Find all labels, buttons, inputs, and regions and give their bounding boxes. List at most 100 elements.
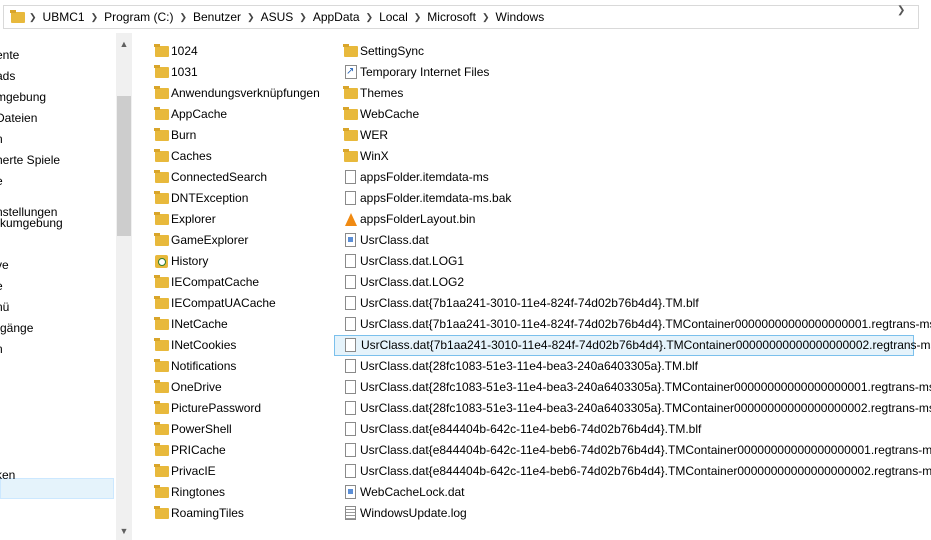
file-item[interactable]: UsrClass.dat{e844404b-642c-11e4-beb6-74d… — [334, 461, 931, 482]
nav-item[interactable]: e — [0, 171, 114, 192]
file-item[interactable]: PowerShell — [145, 419, 325, 440]
breadcrumb-item[interactable]: AppData — [310, 10, 363, 24]
nav-item[interactable]: n — [0, 339, 114, 360]
nav-item[interactable]: Dateien — [0, 108, 114, 129]
file-item[interactable]: WinX — [334, 146, 914, 167]
file-name: Ringtones — [171, 485, 226, 499]
breadcrumb-separator-icon[interactable]: ❯ — [88, 12, 102, 23]
file-item[interactable]: UsrClass.dat{28fc1083-51e3-11e4-bea3-240… — [334, 356, 914, 377]
file-item[interactable]: UsrClass.dat{7b1aa241-3010-11e4-824f-74d… — [334, 293, 914, 314]
file-item[interactable]: UsrClass.dat{28fc1083-51e3-11e4-bea3-240… — [334, 398, 931, 419]
file-item[interactable]: Burn — [145, 125, 325, 146]
file-item[interactable]: PRICache — [145, 440, 325, 461]
file-item[interactable]: WER — [334, 125, 914, 146]
breadcrumb-item[interactable]: Windows — [493, 10, 548, 24]
nav-item[interactable]: herte Spiele — [0, 150, 114, 171]
breadcrumb-separator-icon[interactable]: ❯ — [479, 12, 493, 23]
nav-item-label: herte Spiele — [0, 153, 61, 167]
file-icon — [343, 317, 359, 332]
file-item[interactable]: Notifications — [145, 356, 325, 377]
breadcrumb-item[interactable]: Microsoft — [424, 10, 479, 24]
breadcrumb-item[interactable]: Benutzer — [190, 10, 244, 24]
file-item[interactable]: INetCache — [145, 314, 325, 335]
nav-item[interactable]: nü — [0, 297, 114, 318]
file-item[interactable]: Ringtones — [145, 482, 325, 503]
file-name: PicturePassword — [171, 401, 262, 415]
file-item[interactable]: DNTException — [145, 188, 325, 209]
file-name: UsrClass.dat{e844404b-642c-11e4-beb6-74d… — [360, 464, 931, 478]
scrollbar-thumb[interactable] — [117, 96, 131, 236]
file-item[interactable]: UsrClass.dat.LOG1 — [334, 251, 914, 272]
file-item[interactable]: UsrClass.dat — [334, 230, 914, 251]
nav-scrollbar[interactable]: ▲ ▼ — [116, 33, 132, 540]
file-item[interactable]: IECompatCache — [145, 272, 325, 293]
nav-item[interactable]: e — [0, 276, 114, 297]
breadcrumb-item[interactable]: Program (C:) — [101, 10, 176, 24]
file-item[interactable]: WebCacheLock.dat — [334, 482, 914, 503]
file-item[interactable]: IECompatUACache — [145, 293, 325, 314]
file-item[interactable]: OneDrive — [145, 377, 325, 398]
breadcrumb-separator-icon[interactable]: ❯ — [363, 12, 377, 23]
file-item[interactable]: 1024 — [145, 41, 325, 62]
file-item[interactable]: AppCache — [145, 104, 325, 125]
breadcrumb-separator-icon[interactable]: ❯ — [26, 12, 40, 23]
nav-item[interactable]: ken — [0, 465, 114, 486]
file-item[interactable]: UsrClass.dat{28fc1083-51e3-11e4-bea3-240… — [334, 377, 931, 398]
nav-item[interactable]: ente — [0, 45, 114, 66]
file-item[interactable]: 1031 — [145, 62, 325, 83]
file-name: UsrClass.dat{28fc1083-51e3-11e4-bea3-240… — [360, 359, 699, 373]
file-name: DNTException — [171, 191, 249, 205]
file-item[interactable]: Themes — [334, 83, 914, 104]
address-box[interactable]: ❯ UBMC1 ❯ Program (C:) ❯ Benutzer ❯ ASUS ❯ AppDat… — [3, 5, 919, 29]
file-item[interactable]: UsrClass.dat{7b1aa241-3010-11e4-824f-74d… — [334, 314, 931, 335]
breadcrumb-separator-icon[interactable]: ❯ — [244, 12, 258, 23]
file-item[interactable]: UsrClass.dat{7b1aa241-3010-11e4-824f-74d… — [334, 335, 931, 356]
breadcrumb-separator-icon[interactable]: ❯ — [176, 12, 190, 23]
address-bar: ❯ UBMC1 ❯ Program (C:) ❯ Benutzer ❯ ASUS ❯ AppDat… — [0, 0, 931, 33]
file-item[interactable]: INetCookies — [145, 335, 325, 356]
file-name: Burn — [171, 128, 197, 142]
file-item[interactable]: appsFolder.itemdata-ms.bak — [334, 188, 914, 209]
file-item[interactable]: appsFolder.itemdata-ms — [334, 167, 914, 188]
file-item[interactable]: WebCache — [334, 104, 914, 125]
nav-item[interactable]: rkumgebung — [0, 213, 114, 234]
file-name: WinX — [360, 149, 389, 163]
folder-icon — [154, 170, 170, 185]
nav-item[interactable] — [0, 402, 114, 423]
breadcrumb-separator-icon[interactable]: ❯ — [296, 12, 310, 23]
file-name: UsrClass.dat{e844404b-642c-11e4-beb6-74d… — [360, 443, 931, 457]
file-item[interactable]: SettingSync — [334, 41, 914, 62]
breadcrumb-item[interactable]: Local — [376, 10, 411, 24]
file-item[interactable]: appsFolderLayout.bin — [334, 209, 914, 230]
folder-icon — [154, 485, 170, 500]
nav-item[interactable]: n — [0, 129, 114, 150]
file-item[interactable]: Anwendungsverknüpfungen — [145, 83, 325, 104]
file-item[interactable]: UsrClass.dat{e844404b-642c-11e4-beb6-74d… — [334, 419, 914, 440]
file-item[interactable]: WindowsUpdate.log — [334, 503, 914, 524]
file-name: WER — [360, 128, 388, 142]
breadcrumb-item[interactable]: UBMC1 — [40, 10, 88, 24]
folder-icon — [343, 107, 359, 122]
file-item[interactable]: Caches — [145, 146, 325, 167]
file-item[interactable]: UsrClass.dat{e844404b-642c-11e4-beb6-74d… — [334, 440, 931, 461]
file-item[interactable]: Temporary Internet Files — [334, 61, 914, 83]
file-item[interactable]: UsrClass.dat.LOG2 — [334, 272, 914, 293]
file-name: appsFolder.itemdata-ms.bak — [360, 191, 512, 205]
file-item[interactable]: History — [145, 251, 325, 272]
file-item[interactable]: PrivacIE — [145, 461, 325, 482]
breadcrumb-item[interactable]: ASUS — [258, 10, 297, 24]
file-item[interactable]: GameExplorer — [145, 230, 325, 251]
file-item[interactable]: Explorer — [145, 209, 325, 230]
nav-item[interactable]: ads — [0, 66, 114, 87]
chevron-up-icon[interactable]: ▲ — [116, 36, 132, 53]
breadcrumb-separator-icon[interactable]: ❯ — [411, 12, 425, 23]
file-item[interactable]: RoamingTiles — [145, 503, 325, 524]
nav-item[interactable]: ve — [0, 255, 114, 276]
chevron-down-icon[interactable]: ▼ — [116, 523, 132, 540]
nav-item[interactable]: mgebung — [0, 87, 114, 108]
file-item[interactable]: ConnectedSearch — [145, 167, 325, 188]
folder-icon — [154, 128, 170, 143]
chevron-down-icon[interactable]: ❯ — [897, 5, 905, 16]
file-item[interactable]: PicturePassword — [145, 398, 325, 419]
nav-item[interactable]: rgänge — [0, 318, 114, 339]
